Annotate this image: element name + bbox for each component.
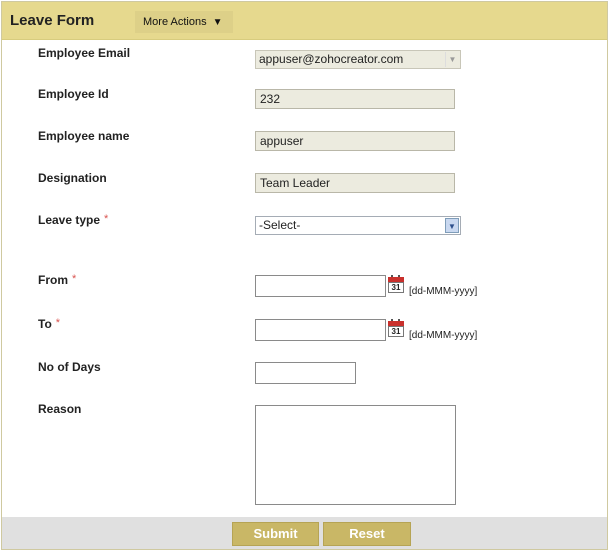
calendar-icon[interactable]: 31 xyxy=(386,319,406,339)
to-date-format: [dd-MMM-yyyy] xyxy=(409,330,478,341)
employee-email-label: Employee Email xyxy=(38,46,131,60)
employee-id-field[interactable]: 232 xyxy=(255,89,455,109)
chevron-down-icon: ▼ xyxy=(445,218,459,233)
to-date-input[interactable] xyxy=(255,319,386,341)
reset-button[interactable]: Reset xyxy=(323,522,411,546)
form-title: Leave Form xyxy=(10,12,95,29)
reason-textarea[interactable] xyxy=(255,405,456,505)
to-label-text: To xyxy=(38,317,52,331)
form-footer: Submit Reset xyxy=(2,517,607,549)
no-of-days-label: No of Days xyxy=(38,360,101,374)
employee-id-label: Employee Id xyxy=(38,87,109,101)
from-date-format: [dd-MMM-yyyy] xyxy=(409,286,478,297)
form-header: Leave Form More Actions ▼ xyxy=(2,2,607,40)
to-label: To * xyxy=(38,317,60,331)
from-date-input[interactable] xyxy=(255,275,386,297)
calendar-day: 31 xyxy=(388,326,404,337)
leave-type-value: -Select- xyxy=(259,218,301,232)
required-marker: * xyxy=(104,213,109,225)
required-marker: * xyxy=(72,273,77,285)
leave-type-label: Leave type * xyxy=(38,213,108,227)
submit-button[interactable]: Submit xyxy=(232,522,319,546)
caret-down-icon: ▼ xyxy=(212,17,223,28)
employee-email-value: appuser@zohocreator.com xyxy=(259,52,404,66)
leave-form: Leave Form More Actions ▼ Employee Email… xyxy=(1,1,608,550)
leave-type-select[interactable]: -Select- ▼ xyxy=(255,216,461,235)
calendar-icon[interactable]: 31 xyxy=(386,275,406,295)
from-label-text: From xyxy=(38,273,68,287)
more-actions-button[interactable]: More Actions ▼ xyxy=(135,11,233,33)
employee-name-label: Employee name xyxy=(38,129,130,143)
from-label: From * xyxy=(38,273,76,287)
employee-name-field[interactable]: appuser xyxy=(255,131,455,151)
required-marker: * xyxy=(55,317,61,329)
no-of-days-input[interactable] xyxy=(255,362,356,384)
more-actions-label: More Actions xyxy=(143,16,207,28)
designation-label: Designation xyxy=(38,171,107,185)
employee-email-select[interactable]: appuser@zohocreator.com ▼ xyxy=(255,50,461,69)
reason-label: Reason xyxy=(38,402,82,416)
designation-field[interactable]: Team Leader xyxy=(255,173,455,193)
leave-type-label-text: Leave type xyxy=(38,213,101,227)
calendar-day: 31 xyxy=(388,282,404,293)
chevron-down-icon: ▼ xyxy=(445,52,459,67)
